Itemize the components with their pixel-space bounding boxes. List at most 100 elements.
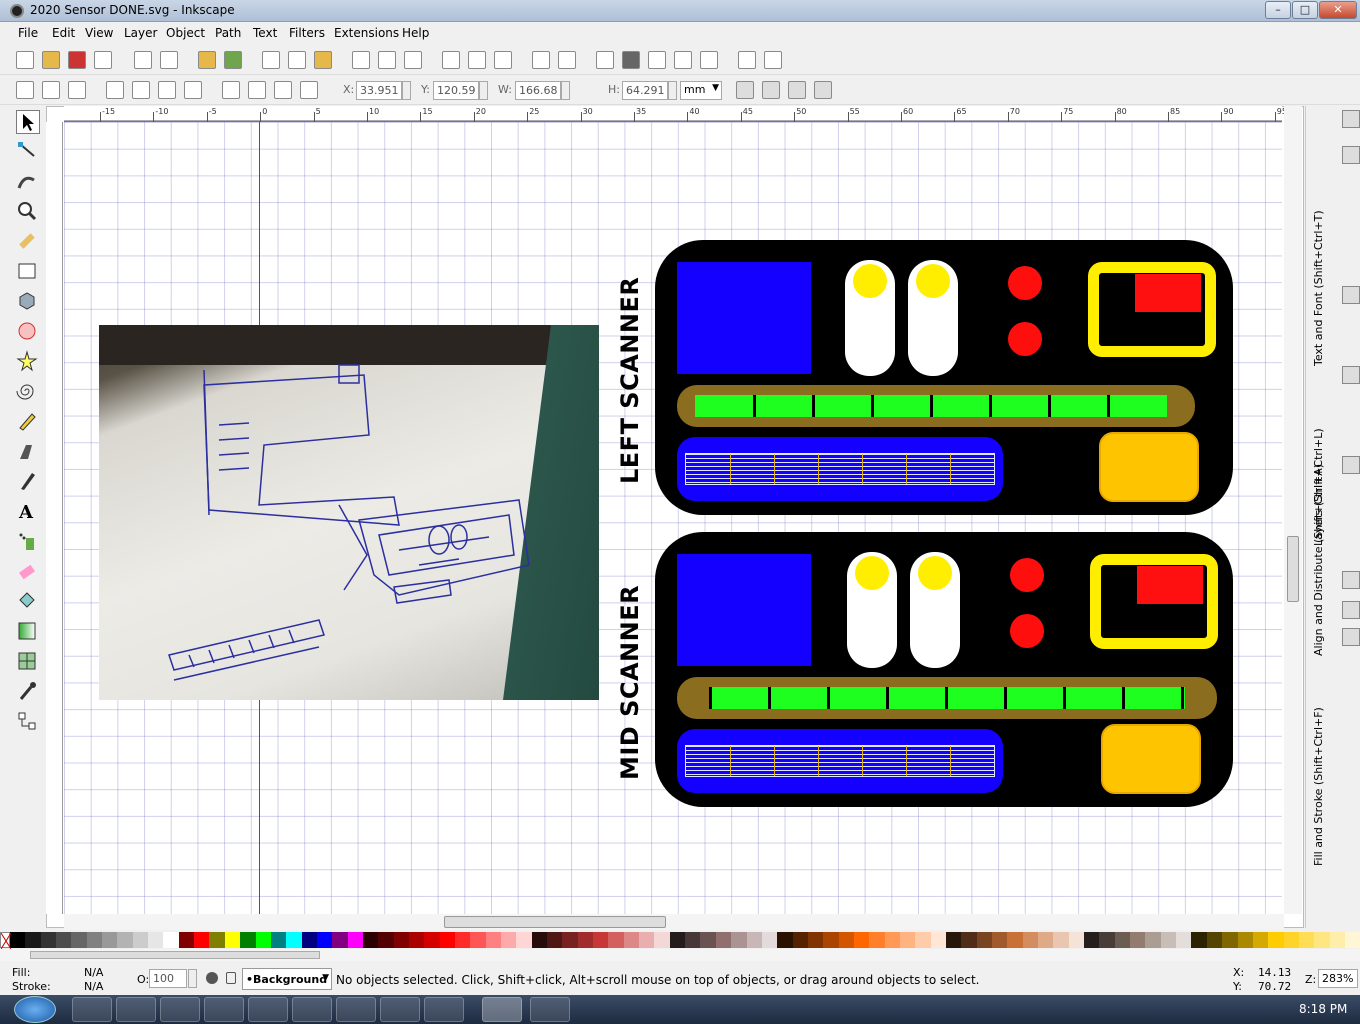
mid-scanner-yellow-dot-2[interactable] <box>918 556 952 590</box>
mid-scanner-blue-bar[interactable] <box>677 729 1003 793</box>
palette-swatch[interactable] <box>255 932 271 948</box>
palette-swatch[interactable] <box>562 932 578 948</box>
rotate-cw-icon[interactable] <box>132 81 150 99</box>
palette-swatch[interactable] <box>40 932 57 948</box>
dropper-tool-icon[interactable] <box>16 680 40 704</box>
ie-taskbar-icon[interactable] <box>72 997 112 1022</box>
palette-swatch[interactable] <box>393 932 409 948</box>
unit-dropdown[interactable]: mm ▼ <box>680 81 722 100</box>
palette-swatch[interactable] <box>654 932 670 948</box>
lower-icon[interactable] <box>248 81 266 99</box>
h-spinner[interactable] <box>668 81 677 100</box>
mid-scanner-yellow-dot-1[interactable] <box>855 556 889 590</box>
palette-swatch[interactable] <box>930 932 946 948</box>
palette-swatch[interactable] <box>316 932 333 948</box>
mid-scanner-red-dot-2[interactable] <box>1010 614 1044 648</box>
snap-paths-icon[interactable] <box>1342 366 1360 384</box>
palette-swatch[interactable] <box>1068 932 1085 948</box>
palette-swatch[interactable] <box>777 932 793 948</box>
palette-swatch[interactable] <box>715 932 732 948</box>
layer-visibility-icon[interactable] <box>206 972 218 984</box>
menu-edit[interactable]: Edit <box>52 26 75 40</box>
opacity-spinner[interactable] <box>188 969 197 988</box>
palette-swatch[interactable] <box>408 932 425 948</box>
text-tool-icon[interactable]: A <box>16 500 40 524</box>
horizontal-scroll-thumb[interactable] <box>444 916 666 928</box>
explorer-taskbar-icon[interactable] <box>116 997 156 1022</box>
zoom-selection-icon[interactable] <box>352 51 370 69</box>
palette-swatch[interactable] <box>823 932 839 948</box>
palette-swatch[interactable] <box>301 932 317 948</box>
palette-swatch[interactable] <box>1053 932 1069 948</box>
palette-swatch[interactable] <box>516 932 532 948</box>
palette-swatch[interactable] <box>1084 932 1100 948</box>
measure-tool-icon[interactable] <box>16 230 40 254</box>
lower-bottom-icon[interactable] <box>222 81 240 99</box>
node-tool-icon[interactable] <box>16 140 40 164</box>
dock-tab-fill-stroke[interactable]: Fill and Stroke (Shift+Ctrl+F) <box>1312 666 1325 866</box>
xml-editor-icon[interactable] <box>674 51 692 69</box>
palette-swatch[interactable] <box>454 932 471 948</box>
zoom-page-icon[interactable] <box>404 51 422 69</box>
itunes-taskbar-icon[interactable] <box>204 997 244 1022</box>
app-taskbar-icon-1[interactable] <box>248 997 288 1022</box>
palette-scroll-thumb[interactable] <box>30 951 320 959</box>
dock-tab-align[interactable]: Align and Distribute (Shift+Ctrl+A) <box>1312 406 1325 656</box>
sketch-photo[interactable] <box>99 325 599 700</box>
palette-swatch[interactable] <box>531 932 548 948</box>
palette-swatch[interactable] <box>163 932 179 948</box>
palette-swatch[interactable] <box>56 932 72 948</box>
palette-swatch[interactable] <box>1237 932 1253 948</box>
palette-swatch[interactable] <box>807 932 824 948</box>
mid-scanner-red-rect[interactable] <box>1137 566 1203 604</box>
align-distribute-icon[interactable] <box>700 51 718 69</box>
palette-swatch[interactable] <box>1329 932 1345 948</box>
x-field[interactable] <box>356 81 402 100</box>
snap-center-icon[interactable] <box>1342 456 1360 474</box>
left-scanner-label[interactable]: LEFT SCANNER <box>616 274 644 484</box>
zoom-tool-icon[interactable] <box>16 200 40 224</box>
deselect-icon[interactable] <box>68 81 86 99</box>
palette-swatch[interactable] <box>148 932 164 948</box>
export-icon[interactable] <box>160 51 178 69</box>
palette-swatch[interactable] <box>853 932 870 948</box>
tweak-tool-icon[interactable] <box>16 170 40 194</box>
eraser-tool-icon[interactable] <box>16 560 40 584</box>
palette-swatch[interactable] <box>102 932 118 948</box>
palette-swatch[interactable] <box>1038 932 1054 948</box>
mid-scanner-green-strip[interactable] <box>709 687 1185 709</box>
palette-swatch[interactable] <box>1145 932 1161 948</box>
menu-file[interactable]: File <box>18 26 38 40</box>
palette-swatch[interactable] <box>623 932 640 948</box>
left-scanner-yellow-dot-1[interactable] <box>853 264 887 298</box>
app-taskbar-icon-4[interactable] <box>380 997 420 1022</box>
palette-swatch[interactable] <box>608 932 624 948</box>
palette-swatch[interactable] <box>209 932 225 948</box>
zoom-drawing-icon[interactable] <box>378 51 396 69</box>
vertical-scroll-thumb[interactable] <box>1287 536 1299 602</box>
paste-icon[interactable] <box>314 51 332 69</box>
window-taskbar-icon[interactable] <box>530 997 570 1022</box>
palette-swatch[interactable] <box>25 932 41 948</box>
inkscape-taskbar-icon[interactable] <box>482 997 522 1022</box>
left-scanner-red-dot-2[interactable] <box>1008 322 1042 356</box>
palette-swatch[interactable] <box>470 932 486 948</box>
scale-corners-icon[interactable] <box>762 81 780 99</box>
drawing-canvas[interactable]: LEFT SCANNER MID SCANNER <box>64 122 1282 914</box>
palette-swatch[interactable] <box>1298 932 1315 948</box>
palette-swatch[interactable] <box>178 932 195 948</box>
maximize-button[interactable]: □ <box>1292 1 1318 19</box>
w-spinner[interactable] <box>561 81 570 100</box>
horizontal-scrollbar[interactable] <box>64 914 1284 930</box>
no-paint-swatch[interactable] <box>0 932 11 949</box>
menu-help[interactable]: Help <box>402 26 429 40</box>
palette-swatch[interactable] <box>899 932 916 948</box>
palette-swatch[interactable] <box>224 932 241 948</box>
layer-dropdown[interactable]: •Background ▼ <box>242 968 332 990</box>
palette-swatch[interactable] <box>1099 932 1115 948</box>
h-field[interactable] <box>622 81 668 100</box>
connector-tool-icon[interactable] <box>16 710 40 734</box>
flip-horizontal-icon[interactable] <box>158 81 176 99</box>
palette-swatch[interactable] <box>639 932 655 948</box>
palette-swatch[interactable] <box>884 932 900 948</box>
